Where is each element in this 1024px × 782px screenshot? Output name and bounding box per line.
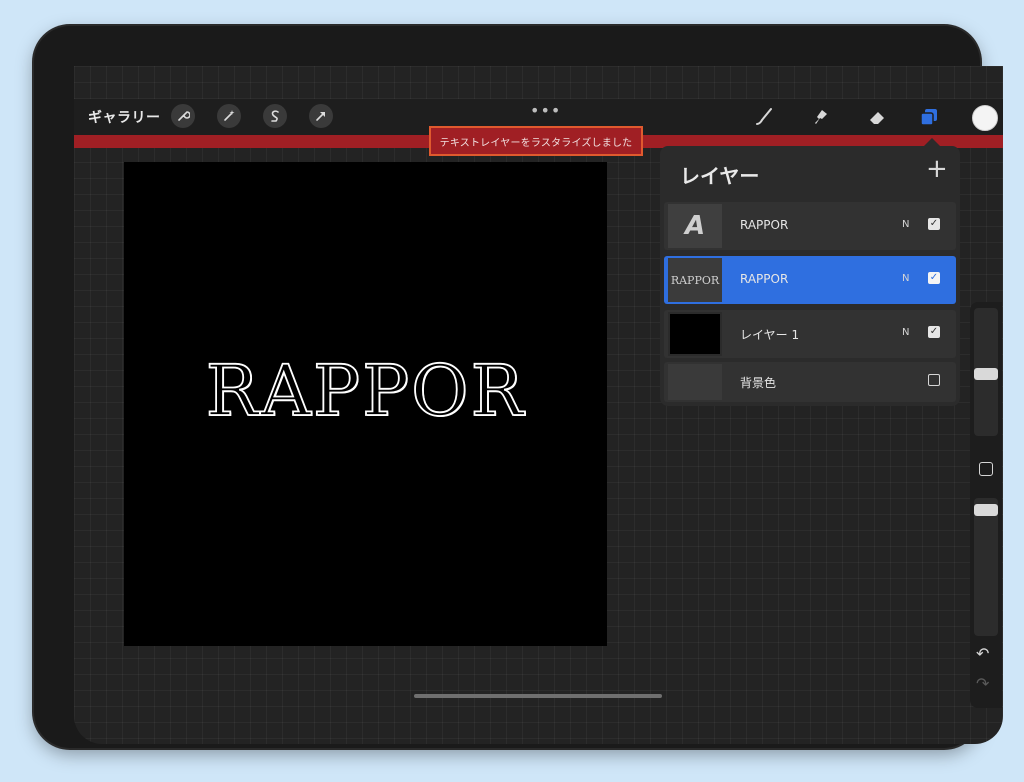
layer-row-text[interactable]: A RAPPOR N ✓ — [664, 202, 956, 250]
background-color-swatch — [668, 364, 722, 400]
canvas-rappor-text: RAPPOR — [205, 349, 526, 433]
ipad-device-frame: ギャラリー ••• テキストレイヤーをラスタライズしました RAPPOR レイヤ… — [34, 26, 1003, 748]
color-picker-swatch[interactable] — [972, 105, 998, 131]
smudge-icon[interactable] — [807, 103, 835, 131]
layers-panel: レイヤー + A RAPPOR N ✓ RAPPOR RAPPOR N ✓ レイ… — [660, 138, 960, 406]
layer-thumbnail — [668, 312, 722, 356]
layers-icon[interactable] — [915, 103, 943, 131]
layer-name: レイヤー 1 — [740, 328, 800, 342]
selection-icon[interactable] — [263, 104, 287, 128]
undo-icon[interactable]: ↶ — [976, 644, 989, 663]
magic-wand-icon[interactable] — [217, 104, 241, 128]
visibility-checkbox[interactable]: ✓ — [928, 218, 940, 230]
eraser-icon[interactable] — [863, 103, 891, 131]
menu-dots-icon[interactable]: ••• — [530, 101, 561, 120]
blend-mode-button[interactable]: N — [902, 273, 909, 284]
add-layer-button[interactable]: + — [926, 156, 948, 182]
layers-panel-title: レイヤー — [680, 164, 760, 188]
panel-pointer — [924, 138, 940, 146]
opacity-thumb[interactable] — [974, 504, 998, 516]
wrench-icon[interactable] — [171, 104, 195, 128]
visibility-checkbox[interactable] — [928, 374, 940, 386]
layer-name: RAPPOR — [740, 218, 789, 232]
redo-icon[interactable]: ↷ — [976, 674, 989, 693]
visibility-checkbox[interactable]: ✓ — [928, 272, 940, 284]
layer-thumbnail: RAPPOR — [668, 258, 722, 302]
eyedropper-button[interactable] — [979, 462, 993, 476]
layer-row-background[interactable]: 背景色 — [664, 362, 956, 402]
rasterize-notification: テキストレイヤーをラスタライズしました — [429, 126, 643, 156]
text-layer-icon: A — [684, 211, 706, 241]
procreate-screen: ギャラリー ••• テキストレイヤーをラスタライズしました RAPPOR レイヤ… — [74, 66, 1003, 744]
home-indicator[interactable] — [414, 694, 662, 698]
opacity-slider[interactable] — [974, 498, 998, 636]
layer-row-layer1[interactable]: レイヤー 1 N ✓ — [664, 310, 956, 358]
blend-mode-button[interactable]: N — [902, 327, 909, 338]
visibility-checkbox[interactable]: ✓ — [928, 326, 940, 338]
layer-name: RAPPOR — [740, 272, 789, 286]
layer-name: 背景色 — [740, 376, 777, 390]
layer-thumbnail: A — [668, 204, 722, 248]
brush-size-thumb[interactable] — [974, 368, 998, 380]
transform-arrow-icon[interactable] — [309, 104, 333, 128]
artwork-canvas[interactable]: RAPPOR — [124, 162, 607, 646]
thumbnail-text: RAPPOR — [670, 273, 720, 287]
gallery-button[interactable]: ギャラリー — [88, 107, 161, 127]
layer-row-selected[interactable]: RAPPOR RAPPOR N ✓ — [664, 256, 956, 304]
brush-icon[interactable] — [750, 103, 778, 131]
side-toolbar: ↶ ↷ — [970, 302, 1002, 708]
blend-mode-button[interactable]: N — [902, 219, 909, 230]
